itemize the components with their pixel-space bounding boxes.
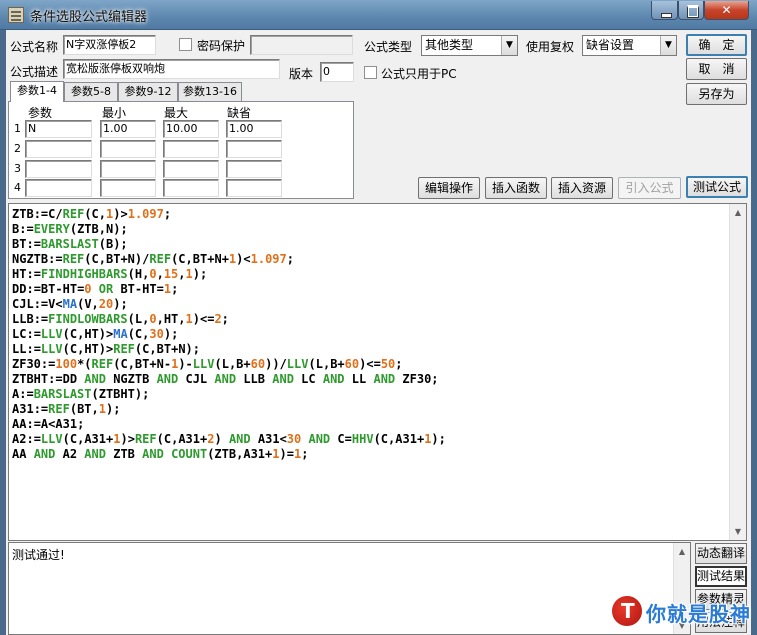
param-row-num: 3 bbox=[14, 162, 21, 175]
test-result-button[interactable]: 测试结果 bbox=[695, 566, 747, 587]
pc-only-label: 公式只用于PC bbox=[381, 67, 457, 81]
output-text: 测试通过! bbox=[12, 548, 65, 562]
type-label: 公式类型 bbox=[364, 40, 413, 54]
restore-select[interactable]: 缺省设置 ▼ bbox=[582, 35, 677, 56]
ok-button[interactable]: 确 定 bbox=[686, 34, 747, 56]
password-label: 密码保护 bbox=[197, 39, 246, 53]
param-max-input[interactable] bbox=[163, 179, 219, 197]
version-label: 版本 bbox=[289, 67, 314, 81]
code-editor[interactable]: ZTB:=C/REF(C,1)>1.097; B:=EVERY(ZTB,N); BT… bbox=[8, 203, 747, 541]
app-icon bbox=[8, 7, 24, 23]
param-header-default: 缺省 bbox=[227, 106, 252, 120]
version-input[interactable]: 0 bbox=[320, 62, 354, 82]
maximize-button[interactable] bbox=[678, 1, 704, 20]
restore-value: 缺省设置 bbox=[586, 38, 635, 52]
editor-scrollbar[interactable]: ▲ ▼ bbox=[729, 204, 746, 540]
insert-function-button[interactable]: 插入函数 bbox=[485, 177, 547, 199]
param-name-input[interactable] bbox=[25, 179, 92, 197]
code-line: BT:=BARSLAST(B); bbox=[12, 237, 128, 251]
param-name-input[interactable] bbox=[25, 140, 92, 158]
code-line: AA:=A<A31; bbox=[12, 417, 85, 431]
minimize-button[interactable] bbox=[651, 1, 678, 20]
save-as-button[interactable]: 另存为 bbox=[686, 83, 747, 105]
code-line: CJL:=V<MA(V,20); bbox=[12, 297, 128, 311]
dynamic-translate-button[interactable]: 动态翻译 bbox=[695, 543, 747, 564]
code-line: B:=EVERY(ZTB,N); bbox=[12, 222, 128, 236]
desc-label: 公式描述 bbox=[10, 65, 59, 79]
param-header-name: 参数 bbox=[28, 106, 53, 120]
param-default-input[interactable] bbox=[226, 179, 282, 197]
param-max-input[interactable] bbox=[163, 140, 219, 158]
output-panel: 测试通过! ▲ ▼ bbox=[8, 542, 691, 635]
param-default-input[interactable] bbox=[226, 140, 282, 158]
code-line: A2:=LLV(C,A31+1)>REF(C,A31+2) AND A31<30… bbox=[12, 432, 446, 446]
scroll-up-icon[interactable]: ▲ bbox=[674, 543, 690, 560]
param-name-input[interactable] bbox=[25, 160, 92, 178]
tab-params-1-4[interactable]: 参数1-4 bbox=[10, 81, 64, 102]
param-min-input[interactable] bbox=[100, 140, 156, 158]
tab-params-13-16[interactable]: 参数13-16 bbox=[178, 82, 242, 101]
watermark-logo-icon bbox=[610, 594, 644, 628]
code-line: DD:=BT-HT=0 OR BT-HT=1; bbox=[12, 282, 179, 296]
code-line: ZF30:=100*(REF(C,BT+N-1)-LLV(L,B+60))/LL… bbox=[12, 357, 403, 371]
param-max-input[interactable]: 10.00 bbox=[163, 120, 219, 138]
watermark: 你就是股神 bbox=[606, 590, 756, 635]
code-line: A31:=REF(BT,1); bbox=[12, 402, 121, 416]
scroll-up-icon[interactable]: ▲ bbox=[730, 204, 746, 221]
test-formula-button[interactable]: 测试公式 bbox=[686, 176, 748, 198]
cancel-button[interactable]: 取 消 bbox=[686, 58, 747, 80]
code-line: LC:=LLV(C,HT)>MA(C,30); bbox=[12, 327, 179, 341]
code-line: LL:=LLV(C,HT)>REF(C,BT+N); bbox=[12, 342, 201, 356]
param-name-input[interactable]: N bbox=[25, 120, 92, 138]
code-line: ZTB:=C/REF(C,1)>1.097; bbox=[12, 207, 172, 221]
window-title: 条件选股公式编辑器 bbox=[30, 10, 148, 25]
param-min-input[interactable]: 1.00 bbox=[100, 120, 156, 138]
code-line: ZTBHT:=DD AND NGZTB AND CJL AND LLB AND … bbox=[12, 372, 439, 386]
formula-type-select[interactable]: 其他类型 ▼ bbox=[421, 35, 518, 56]
formula-name-input[interactable]: N字双涨停板2 bbox=[63, 35, 156, 55]
code-text[interactable]: ZTB:=C/REF(C,1)>1.097; B:=EVERY(ZTB,N); BT… bbox=[12, 207, 724, 462]
chevron-down-icon: ▼ bbox=[501, 36, 517, 55]
tab-params-5-8[interactable]: 参数5-8 bbox=[64, 82, 118, 101]
code-line: LLB:=FINDLOWBARS(L,0,HT,1)<=2; bbox=[12, 312, 229, 326]
pc-only-checkbox[interactable] bbox=[364, 66, 377, 79]
code-line: A:=BARSLAST(ZTBHT); bbox=[12, 387, 150, 401]
code-line: NGZTB:=REF(C,BT+N)/REF(C,BT+N+1)<1.097; bbox=[12, 252, 294, 266]
code-line: HT:=FINDHIGHBARS(H,0,15,1); bbox=[12, 267, 208, 281]
restore-label: 使用复权 bbox=[526, 40, 575, 54]
param-default-input[interactable]: 1.00 bbox=[226, 120, 282, 138]
tab-params-9-12[interactable]: 参数9-12 bbox=[118, 82, 178, 101]
formula-editor-dialog: 公式名称 N字双涨停板2 密码保护 公式类型 其他类型 ▼ 使用复权 缺省设置 … bbox=[6, 30, 751, 635]
param-default-input[interactable] bbox=[226, 160, 282, 178]
watermark-text: 你就是股神 bbox=[646, 602, 751, 626]
title-bar: 条件选股公式编辑器 ✕ bbox=[0, 0, 757, 30]
param-header-max: 最大 bbox=[164, 106, 189, 120]
code-line: AA AND A2 AND ZTB AND COUNT(ZTB,A31+1)=1… bbox=[12, 447, 309, 461]
param-min-input[interactable] bbox=[100, 179, 156, 197]
param-row-num: 4 bbox=[14, 181, 21, 194]
param-row-num: 2 bbox=[14, 142, 21, 155]
password-input bbox=[250, 35, 353, 55]
scroll-down-icon[interactable]: ▼ bbox=[730, 523, 746, 540]
insert-resource-button[interactable]: 插入资源 bbox=[551, 177, 613, 199]
edit-ops-button[interactable]: 编辑操作 bbox=[418, 177, 480, 199]
param-min-input[interactable] bbox=[100, 160, 156, 178]
param-header-min: 最小 bbox=[102, 106, 127, 120]
formula-desc-input[interactable]: 宽松版涨停板双响炮 bbox=[63, 59, 280, 79]
password-checkbox[interactable] bbox=[179, 38, 192, 51]
close-button[interactable]: ✕ bbox=[704, 1, 749, 20]
chevron-down-icon: ▼ bbox=[660, 36, 676, 55]
import-formula-button[interactable]: 引入公式 bbox=[618, 177, 681, 199]
formula-type-value: 其他类型 bbox=[425, 38, 474, 52]
name-label: 公式名称 bbox=[10, 40, 59, 54]
param-row-num: 1 bbox=[14, 122, 21, 135]
param-max-input[interactable] bbox=[163, 160, 219, 178]
